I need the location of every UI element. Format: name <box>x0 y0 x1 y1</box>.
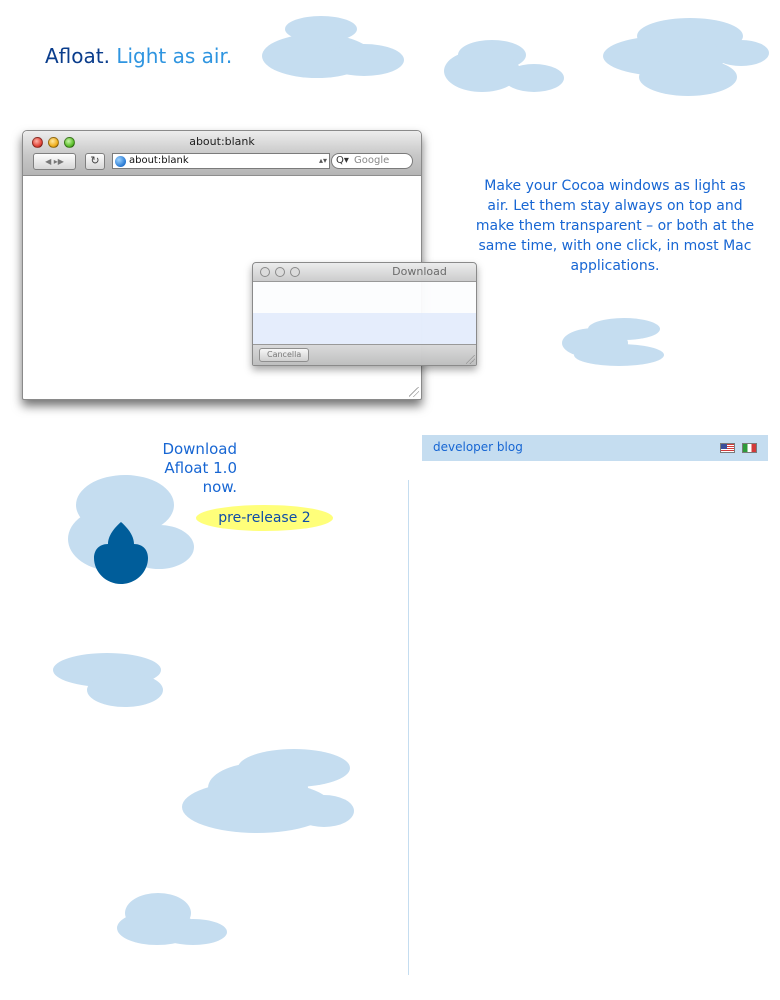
download-window-title: Download <box>392 265 447 278</box>
brand-name: Afloat. <box>45 44 110 68</box>
cloud-1 <box>262 16 404 78</box>
search-icon: Q▾ <box>336 155 349 166</box>
flag-it-icon[interactable] <box>742 443 757 453</box>
cloud-8 <box>117 893 227 951</box>
cloud-4 <box>562 318 664 368</box>
download-list <box>253 282 476 345</box>
developer-blog-link[interactable]: developer blog <box>433 440 523 454</box>
download-titlebar: Download <box>253 263 476 282</box>
blog-bar: developer blog <box>422 435 768 461</box>
resize-grip-icon <box>466 355 475 364</box>
cloud-3 <box>603 18 769 96</box>
cloud-2 <box>444 40 564 92</box>
reload-icon: ↻ <box>85 153 105 170</box>
brand-tagline: Light as air. <box>116 44 233 68</box>
download-link-line-3: now. <box>202 478 237 496</box>
download-window-screenshot: Download Cancella <box>252 262 477 366</box>
back-forward-buttons: ◀ ▸▶ <box>33 153 76 170</box>
column-divider <box>408 480 409 975</box>
cloud-7 <box>182 749 354 833</box>
browser-titlebar: about:blank ◀ ▸▶ ↻ about:blank ▴▾ Google… <box>23 131 421 176</box>
download-footer: Cancella <box>253 344 476 365</box>
cloud-6 <box>53 653 163 707</box>
globe-icon <box>115 156 126 167</box>
resize-grip-icon <box>409 387 419 397</box>
download-list-row <box>253 313 476 345</box>
cancel-button: Cancella <box>259 348 310 362</box>
download-arrow-icon[interactable] <box>94 522 148 584</box>
download-link-line-2: Afloat 1.0 <box>164 459 237 477</box>
address-menu-icon: ▴▾ <box>319 156 328 165</box>
product-description: Make your Cocoa windows as light as air.… <box>475 178 755 274</box>
flag-us-icon[interactable] <box>720 443 735 453</box>
download-link-line-1: Download <box>162 440 237 458</box>
download-link[interactable]: Download Afloat 1.0 now. <box>120 440 237 497</box>
browser-title: about:blank <box>189 135 255 148</box>
site-title: Afloat. Light as air. <box>45 44 232 68</box>
prerelease-badge[interactable]: pre-release 2 <box>196 505 333 531</box>
address-field: about:blank <box>112 153 330 169</box>
